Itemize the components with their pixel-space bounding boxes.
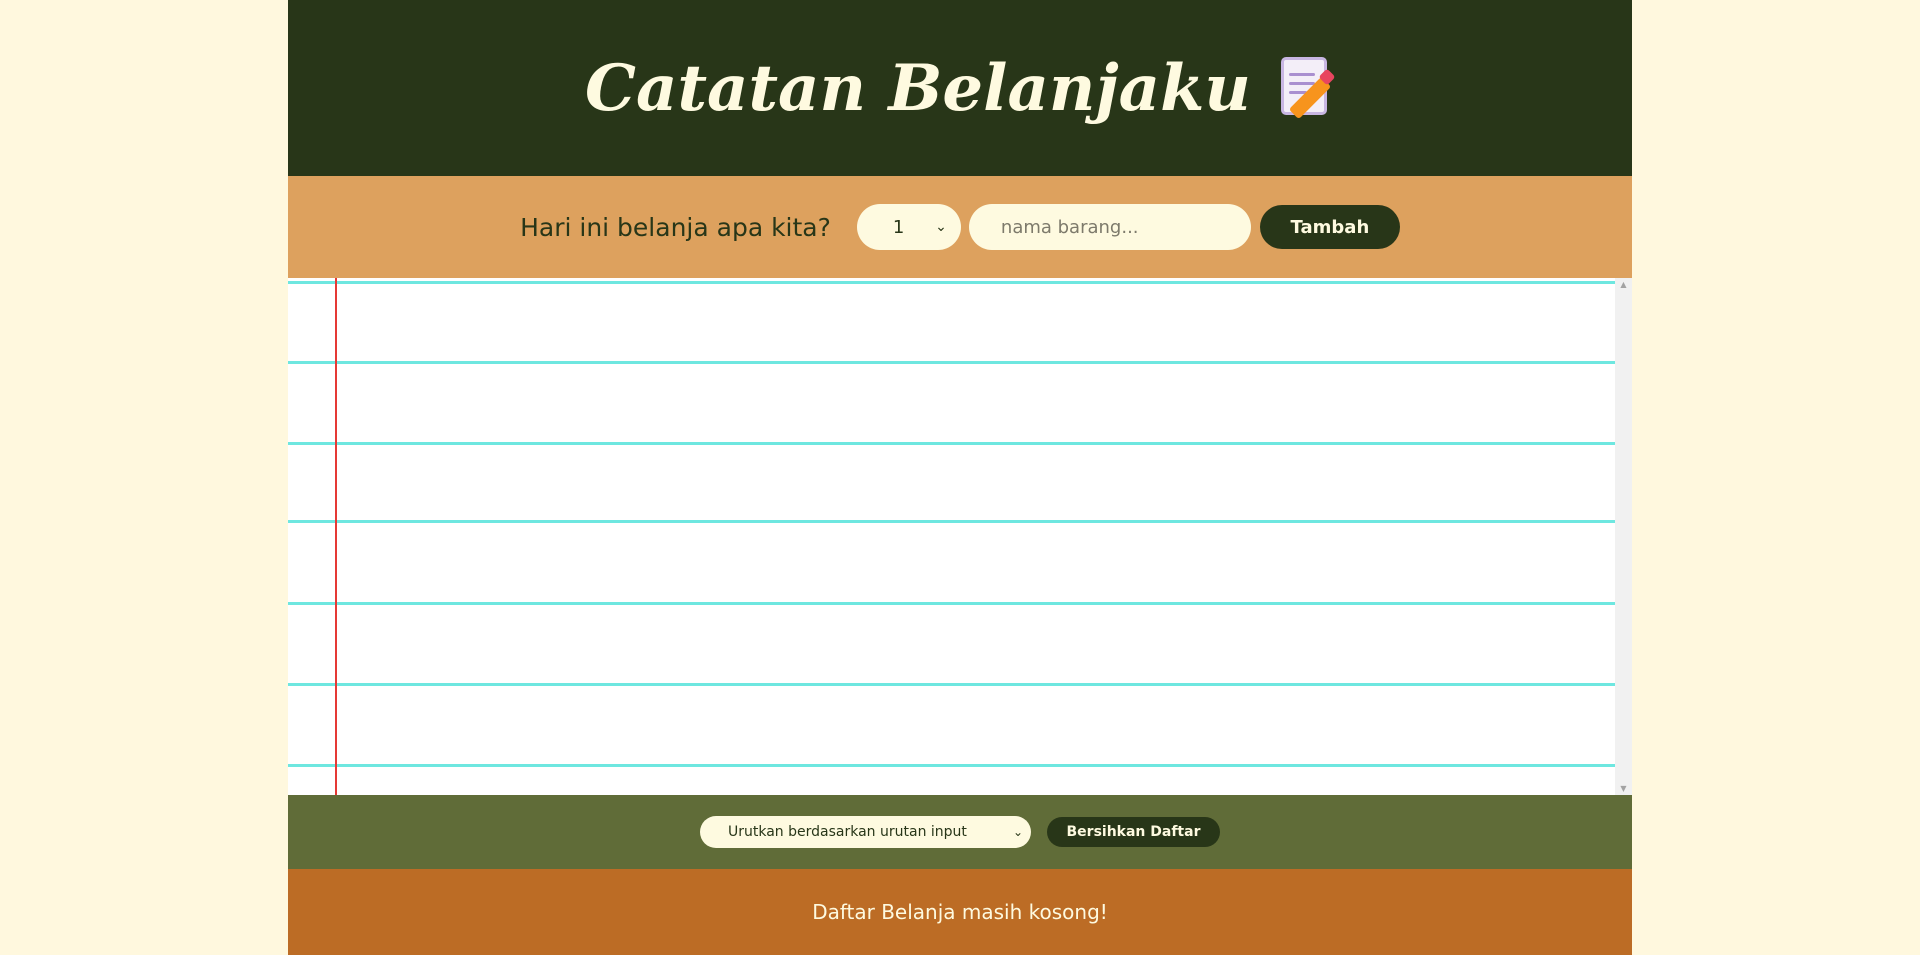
ruled-line <box>288 281 1615 284</box>
ruled-line <box>288 442 1615 445</box>
list-scrollbar[interactable]: ▲ ▼ <box>1615 278 1632 795</box>
clear-list-button[interactable]: Bersihkan Daftar <box>1047 817 1220 847</box>
quantity-value: 1 <box>892 216 905 238</box>
add-item-form: Hari ini belanja apa kita? 1 ⌄ Tambah <box>288 176 1632 278</box>
ruled-line <box>288 602 1615 605</box>
app-header: Catatan Belanjaku <box>288 0 1632 176</box>
memo-icon <box>1280 57 1336 120</box>
page-title: Catatan Belanjaku <box>585 50 1336 126</box>
sort-value: Urutkan berdasarkan urutan input <box>728 824 967 840</box>
ruled-line <box>288 764 1615 767</box>
margin-line <box>335 278 337 795</box>
ruled-line <box>288 520 1615 523</box>
ruled-line <box>288 683 1615 686</box>
chevron-down-icon: ⌄ <box>1012 825 1023 839</box>
form-prompt: Hari ini belanja apa kita? <box>520 212 831 242</box>
page-title-text: Catatan Belanjaku <box>585 50 1251 126</box>
sort-select[interactable]: Urutkan berdasarkan urutan input ⌄ <box>700 816 1031 848</box>
empty-list-message: Daftar Belanja masih kosong! <box>812 900 1108 924</box>
scroll-up-icon[interactable]: ▲ <box>1615 280 1632 289</box>
item-name-input[interactable] <box>968 204 1251 250</box>
shopping-list-app: Catatan Belanjaku Hari ini belanja apa k… <box>288 0 1632 955</box>
shopping-list-area: ▲ ▼ <box>288 278 1632 795</box>
list-actions-bar: Urutkan berdasarkan urutan input ⌄ Bersi… <box>288 795 1632 869</box>
chevron-down-icon: ⌄ <box>935 219 947 235</box>
ruled-line <box>288 361 1615 364</box>
ruled-paper <box>288 278 1615 795</box>
add-item-button[interactable]: Tambah <box>1259 205 1400 249</box>
list-status-footer: Daftar Belanja masih kosong! <box>288 869 1632 955</box>
scroll-down-icon[interactable]: ▼ <box>1615 784 1632 793</box>
quantity-select[interactable]: 1 ⌄ <box>856 204 961 250</box>
